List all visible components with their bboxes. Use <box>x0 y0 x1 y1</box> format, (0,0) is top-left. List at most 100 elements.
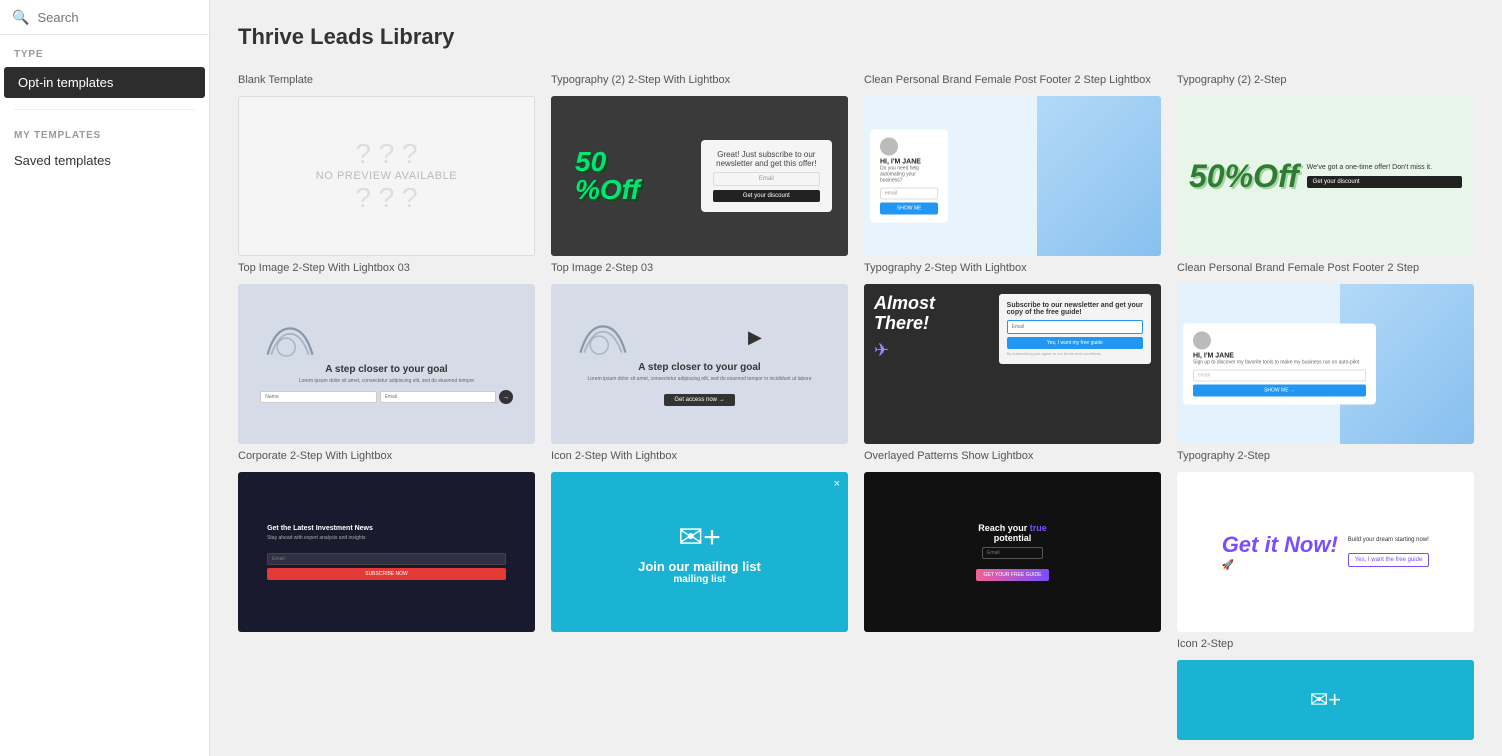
top-image-name: Top Image 2-Step With Lightbox 03 <box>238 262 535 280</box>
cpb-bg <box>1037 96 1161 256</box>
corp-email[interactable] <box>267 553 506 565</box>
corp-btn[interactable]: SUBSCRIBE NOW <box>267 568 506 580</box>
typ2-name: Typography (2) 2-Step <box>1177 74 1474 92</box>
main-content: Thrive Leads Library Blank Template ? ? … <box>210 0 1502 756</box>
cpb2-hi: HI, I'M JANE <box>1193 353 1366 360</box>
cpb-wrap: Clean Personal Brand Female Post Footer … <box>864 74 1161 256</box>
cpb-avatar <box>880 138 898 156</box>
typ2-offer-text: We've got a one-time offer! Don't miss i… <box>1307 164 1462 171</box>
cpb-card[interactable]: HI, I'M JANE Do you need help automating… <box>864 96 1161 256</box>
typ2step-lb-card[interactable]: 50%Off Great! Just subscribe to our news… <box>551 96 848 256</box>
top-image-card[interactable]: A step closer to your goal Lorem ipsum d… <box>238 284 535 444</box>
almost-btn[interactable]: Yes, I want my free guide <box>1007 337 1143 349</box>
almost-left: Almost There! ✈ <box>874 294 991 364</box>
reach-email[interactable] <box>982 547 1043 559</box>
typ2-inner: 50%Off We've got a one-time offer! Don't… <box>1177 96 1474 256</box>
almost-text: Almost There! <box>874 294 991 334</box>
col-2: Typography (2) 2-Step With Lightbox 50%O… <box>551 74 848 740</box>
typ2step-lb2-card[interactable]: Almost There! ✈ Subscribe to our newslet… <box>864 284 1161 444</box>
get-access-btn[interactable]: Get access now → <box>664 394 734 406</box>
corporate-inner: Get the Latest Investment News Stay ahea… <box>238 472 535 632</box>
divider <box>14 109 195 110</box>
overlayed-card[interactable]: Reach your true potential GET YOUR FREE … <box>864 472 1161 632</box>
blank-template-name: Blank Template <box>238 74 535 92</box>
icon2step-card[interactable]: ✉+ <box>1177 660 1474 740</box>
icon2step-lb-wrap: Icon 2-Step With Lightbox × ✉+ Join our … <box>551 450 848 632</box>
cpb-sub: Do you need help automating your busines… <box>880 166 938 184</box>
top-image-03-card[interactable]: A step closer to your goal Lorem ipsum d… <box>551 284 848 444</box>
step-closer-text-1: A step closer to your goal <box>260 364 512 375</box>
icon2step-email: ✉+ <box>1310 687 1341 713</box>
almost-fine: By subscribing you agree to our terms an… <box>1007 351 1143 356</box>
cpb2-card[interactable]: HI, I'M JANE Sign up to discover my favo… <box>1177 284 1474 444</box>
cpb2-panel: HI, I'M JANE Sign up to discover my favo… <box>1183 324 1376 405</box>
arc-svg <box>260 324 320 359</box>
typ2-wrap: Typography (2) 2-Step 50%Off We've got a… <box>1177 74 1474 256</box>
reach-potential: potential <box>975 533 1051 543</box>
col-4: Typography (2) 2-Step 50%Off We've got a… <box>1177 74 1474 740</box>
almost-right: Subscribe to our newsletter and get your… <box>999 294 1151 364</box>
cpb-show-btn[interactable]: SHOW ME <box>880 203 938 215</box>
cpb2-inner: HI, I'M JANE Sign up to discover my favo… <box>1177 284 1474 444</box>
sidebar-item-optin[interactable]: Opt-in templates <box>4 67 205 98</box>
submit-btn[interactable]: → <box>499 390 513 404</box>
page-title: Thrive Leads Library <box>238 24 1474 50</box>
sidebar-item-saved-templates[interactable]: Saved templates <box>0 147 209 174</box>
col-1: Blank Template ? ? ? NO PREVIEW AVAILABL… <box>238 74 535 740</box>
search-input[interactable] <box>37 10 213 25</box>
mailing-list: mailing list <box>673 574 725 585</box>
lightbox-content: Great! Just subscribe to our newsletter … <box>701 140 832 212</box>
my-templates-label: MY TEMPLATES <box>0 120 209 147</box>
top-image-03-inner: A step closer to your goal Lorem ipsum d… <box>551 284 848 444</box>
lightbox-btn[interactable]: Get your discount <box>713 190 820 202</box>
corporate-card[interactable]: Get the Latest Investment News Stay ahea… <box>238 472 535 632</box>
corporate-name: Corporate 2-Step With Lightbox <box>238 450 535 468</box>
get-discount-btn[interactable]: Get your discount <box>1307 176 1462 188</box>
top-image-inner: A step closer to your goal Lorem ipsum d… <box>238 284 535 444</box>
top-image-03-name: Top Image 2-Step 03 <box>551 262 848 280</box>
icon2step-name: Icon 2-Step <box>1177 638 1474 656</box>
reach-text: Reach your true potential GET YOUR FREE … <box>975 523 1051 581</box>
overlayed-wrap: Overlayed Patterns Show Lightbox Reach y… <box>864 450 1161 632</box>
git-right: Build your dream starting now! Yes, I wa… <box>1348 537 1430 567</box>
templates-grid: Blank Template ? ? ? NO PREVIEW AVAILABL… <box>238 74 1474 740</box>
col-3: Clean Personal Brand Female Post Footer … <box>864 74 1161 740</box>
git-sub: Build your dream starting now! <box>1348 537 1430 543</box>
search-icon: 🔍 <box>12 9 29 26</box>
blank-template-card[interactable]: ? ? ? NO PREVIEW AVAILABLE ? ? ? <box>238 96 535 256</box>
typ2step-inner: Get it Now! 🚀 Build your dream starting … <box>1177 472 1474 632</box>
typ2step-wrap: Typography 2-Step Get it Now! 🚀 Build yo… <box>1177 450 1474 632</box>
blank-thumb-inner: ? ? ? NO PREVIEW AVAILABLE ? ? ? <box>239 97 534 255</box>
almost-email[interactable] <box>1007 320 1143 334</box>
email-input[interactable] <box>380 391 496 403</box>
reach-btn-wrap: GET YOUR FREE GUIDE <box>975 563 1051 581</box>
cpb2-show-btn[interactable]: SHOW ME → <box>1193 385 1366 397</box>
name-email-row: → <box>260 390 512 404</box>
typ2-card[interactable]: 50%Off We've got a one-time offer! Don't… <box>1177 96 1474 256</box>
cpb2-name: Clean Personal Brand Female Post Footer … <box>1177 262 1474 280</box>
reach-btn[interactable]: GET YOUR FREE GUIDE <box>976 569 1050 581</box>
typ2step-name: Typography 2-Step <box>1177 450 1474 468</box>
lightbox-title: Great! Just subscribe to our newsletter … <box>713 150 820 168</box>
cpb-inner: HI, I'M JANE Do you need help automating… <box>864 96 1161 256</box>
join-title: Join our mailing list <box>638 559 761 574</box>
top-image-wrap: Top Image 2-Step With Lightbox 03 A step… <box>238 262 535 444</box>
cpb2-sub: Sign up to discover my favorite tools to… <box>1193 360 1366 366</box>
git-now: Get it Now! <box>1222 533 1338 557</box>
top-image-03-wrap: Top Image 2-Step 03 A step closer to you… <box>551 262 848 444</box>
reach-line1: Reach your true <box>975 523 1051 533</box>
cpb-hi: HI, I'M JANE <box>880 159 938 166</box>
typ2step-card[interactable]: Get it Now! 🚀 Build your dream starting … <box>1177 472 1474 632</box>
icon2step-lb-name: Icon 2-Step With Lightbox <box>551 450 848 468</box>
icon2step-lb-card[interactable]: × ✉+ Join our mailing list mailing list <box>551 472 848 632</box>
corporate-wrap: Corporate 2-Step With Lightbox Get the L… <box>238 450 535 632</box>
almost-subscribe: Subscribe to our newsletter and get your… <box>1007 302 1143 316</box>
cpb-name: Clean Personal Brand Female Post Footer … <box>864 74 1161 92</box>
search-bar[interactable]: 🔍 × <box>0 0 209 35</box>
git-btn[interactable]: Yes, I want the free guide <box>1348 553 1430 567</box>
icon2step-close[interactable]: × <box>834 478 840 490</box>
cpb2-avatar <box>1193 332 1211 350</box>
cpb-overlay-panel: HI, I'M JANE Do you need help automating… <box>870 130 990 223</box>
top-img-content: A step closer to your goal Lorem ipsum d… <box>260 324 512 404</box>
name-input[interactable] <box>260 391 376 403</box>
